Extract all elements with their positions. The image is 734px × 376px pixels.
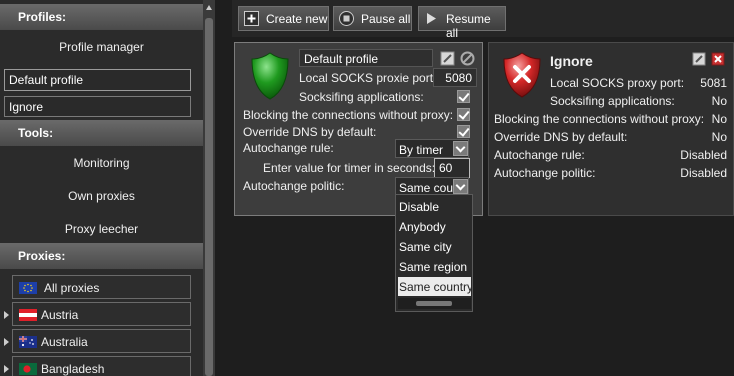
- tool-proxy-leecher[interactable]: Proxy leecher: [0, 222, 203, 236]
- dropdown-horizontal-scrollbar[interactable]: [398, 298, 471, 309]
- profile-item-default[interactable]: Default profile: [4, 69, 191, 91]
- expand-arrow-icon[interactable]: [4, 365, 9, 373]
- ignore-blocking-value: No: [711, 112, 727, 126]
- proxy-row-all[interactable]: All proxies: [12, 275, 191, 299]
- play-icon: [424, 11, 439, 26]
- autochange-rule-value: By timer: [399, 143, 444, 157]
- proxy-row-austria[interactable]: Austria: [12, 302, 191, 326]
- proxies-header: Proxies:: [0, 243, 203, 269]
- sidebar: Profiles: Profile manager Default profil…: [0, 0, 203, 376]
- socks-port-label: Local SOCKS proxie port:: [299, 71, 437, 85]
- pause-all-button[interactable]: Pause all: [333, 6, 412, 31]
- toolbar: Create new Pause all Resume all: [232, 0, 734, 40]
- delete-icon[interactable]: [711, 52, 725, 66]
- dropdown-option-same-city[interactable]: Same city: [398, 237, 471, 256]
- sidebar-scrollbar[interactable]: [203, 0, 215, 376]
- profile-manager-link[interactable]: Profile manager: [0, 40, 203, 54]
- red-shield-icon: [503, 52, 541, 98]
- create-new-label: Create new: [266, 12, 328, 26]
- ignore-socks-port-value: 5081: [700, 76, 727, 90]
- proxy-label: Australia: [41, 335, 88, 349]
- proxy-label: Austria: [41, 308, 79, 322]
- ignore-profile-panel: Ignore Local SOCKS proxy port: 5081 Sock…: [488, 42, 734, 216]
- expand-arrow-icon[interactable]: [4, 311, 9, 319]
- socksifing-label: Socksifing applications:: [299, 90, 424, 104]
- autochange-politic-label: Autochange politic:: [243, 179, 345, 193]
- blocking-checkbox[interactable]: [457, 108, 470, 121]
- ignore-socks-port-label: Local SOCKS proxy port:: [550, 76, 685, 90]
- autochange-rule-label: Autochange rule:: [243, 141, 334, 155]
- proxy-label: All proxies: [44, 281, 100, 295]
- dropdown-option-same-region[interactable]: Same region: [398, 257, 471, 276]
- tool-monitoring[interactable]: Monitoring: [0, 156, 203, 170]
- tool-own-proxies[interactable]: Own proxies: [0, 189, 203, 203]
- ignore-socksifing-label: Socksifing applications:: [550, 94, 675, 108]
- ignore-autochange-rule-value: Disabled: [680, 148, 727, 162]
- create-new-button[interactable]: Create new: [238, 6, 329, 31]
- default-profile-panel: Default profile Local SOCKS proxie port:…: [234, 42, 483, 216]
- eu-flag-icon: [19, 282, 37, 294]
- resume-all-label: Resume all: [446, 12, 491, 40]
- edit-icon[interactable]: [440, 51, 455, 66]
- resume-all-button[interactable]: Resume all: [418, 6, 506, 40]
- ignore-profile-title: Ignore: [550, 53, 593, 69]
- edit-icon[interactable]: [692, 52, 706, 66]
- politic-dropdown-list: Disable Anybody Same city Same region Sa…: [395, 194, 473, 312]
- chevron-down-icon[interactable]: [453, 141, 468, 156]
- disable-icon[interactable]: [460, 51, 475, 66]
- blocking-label: Blocking the connections without proxy:: [243, 108, 454, 122]
- dropdown-option-disable[interactable]: Disable: [398, 197, 471, 216]
- bangladesh-flag-icon: [19, 363, 37, 375]
- austria-flag-icon: [19, 309, 37, 321]
- ignore-override-dns-value: No: [711, 130, 727, 144]
- override-dns-label: Override DNS by default:: [243, 125, 377, 139]
- plus-icon: [244, 11, 259, 26]
- pause-all-label: Pause all: [361, 12, 411, 26]
- profile-name-input[interactable]: Default profile: [299, 49, 433, 67]
- australia-flag-icon: [19, 336, 37, 348]
- scrollbar-thumb[interactable]: [205, 18, 213, 376]
- ignore-override-dns-label: Override DNS by default:: [494, 130, 628, 144]
- proxy-row-australia[interactable]: Australia: [12, 329, 191, 353]
- dropdown-scrollbar-thumb[interactable]: [416, 301, 452, 306]
- ignore-autochange-politic-label: Autochange politic:: [494, 166, 596, 180]
- ignore-socksifing-value: No: [711, 94, 727, 108]
- socks-port-input[interactable]: 5080: [433, 68, 477, 87]
- timer-label: Enter value for timer in seconds:: [263, 161, 436, 175]
- profile-item-ignore[interactable]: Ignore: [4, 96, 191, 117]
- dropdown-option-anybody[interactable]: Anybody: [398, 217, 471, 236]
- timer-input[interactable]: 60: [434, 158, 470, 178]
- dropdown-option-same-country[interactable]: Same country: [398, 277, 471, 296]
- proxy-label: Bangladesh: [41, 362, 105, 376]
- pause-icon: [339, 11, 354, 26]
- ignore-autochange-politic-value: Disabled: [680, 166, 727, 180]
- ignore-autochange-rule-label: Autochange rule:: [494, 148, 585, 162]
- scroll-up-icon[interactable]: [206, 5, 212, 10]
- proxy-row-bangladesh[interactable]: Bangladesh: [12, 356, 191, 376]
- override-dns-checkbox[interactable]: [457, 125, 470, 138]
- profiles-header: Profiles:: [0, 4, 203, 30]
- chevron-down-icon[interactable]: [453, 179, 468, 194]
- socksifing-checkbox[interactable]: [457, 90, 470, 103]
- expand-arrow-icon[interactable]: [4, 338, 9, 346]
- green-shield-icon: [251, 52, 289, 100]
- tools-header: Tools:: [0, 120, 203, 146]
